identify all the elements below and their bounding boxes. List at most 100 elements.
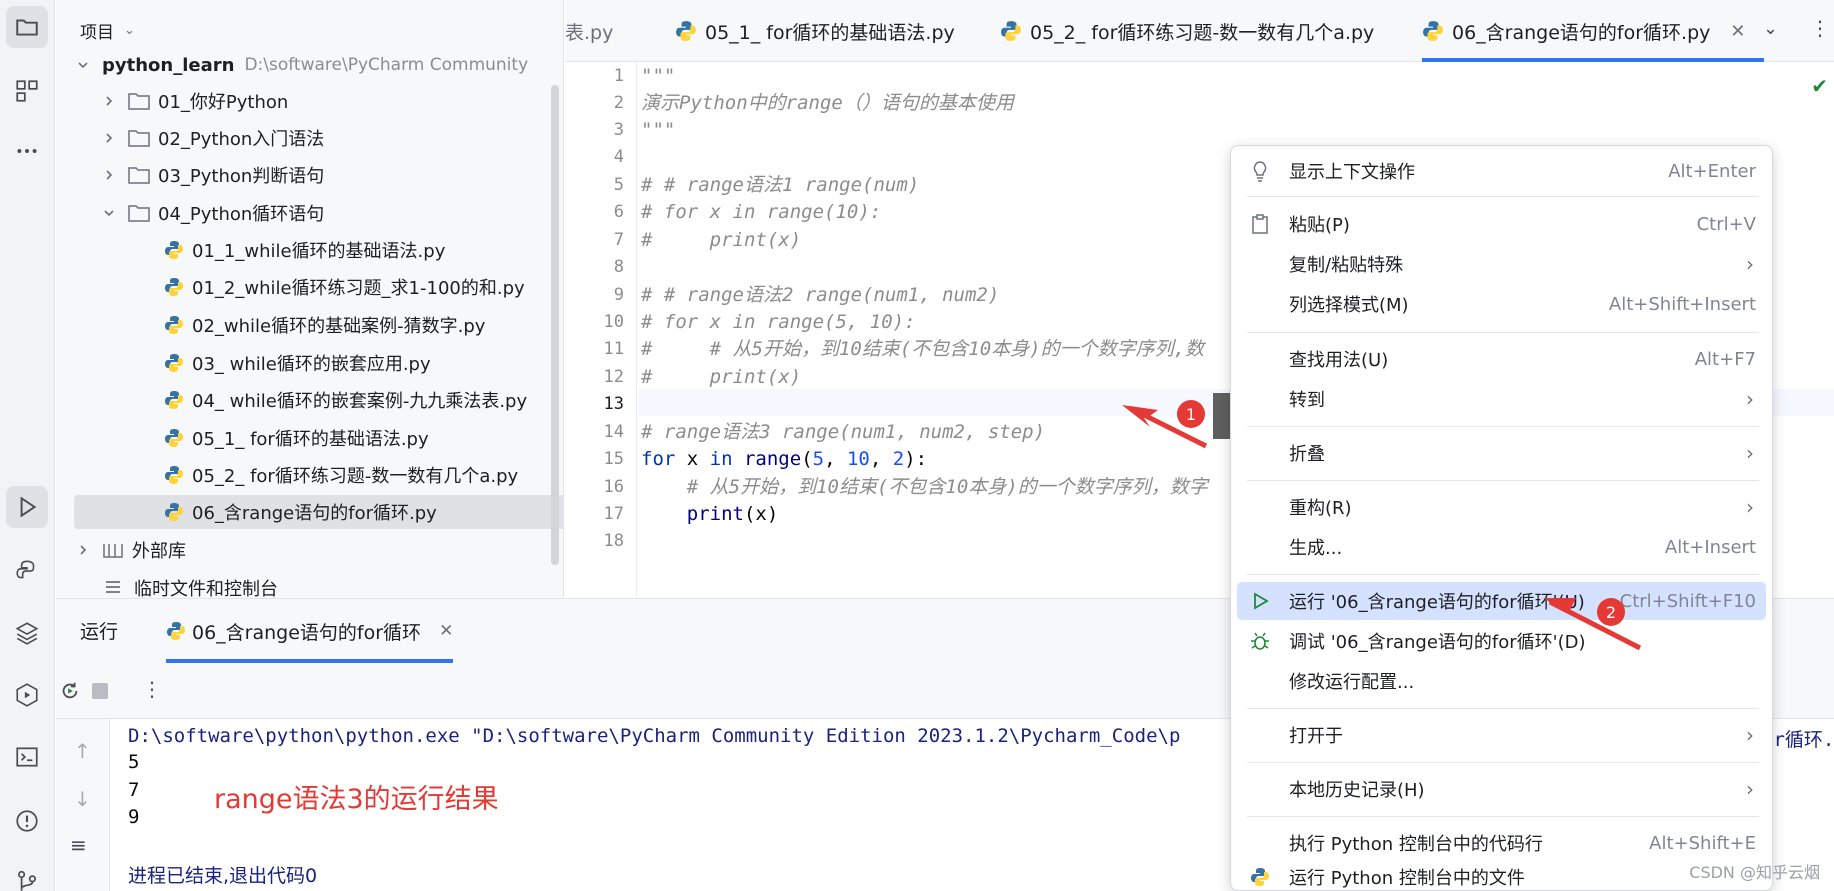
chevron-down-icon[interactable]: ⌄ xyxy=(1763,18,1778,39)
tab-partial[interactable]: 表.py xyxy=(565,0,613,62)
code-line: # for x in range(5, 10): xyxy=(641,311,916,333)
tree-file[interactable]: 01_1_while循环的基础语法.py xyxy=(56,233,546,267)
menu-item-goto[interactable]: 转到 › xyxy=(1237,380,1766,418)
folder-icon xyxy=(128,130,150,147)
keyword-token: for xyxy=(641,448,676,470)
console-output: 7 xyxy=(128,779,140,801)
python-file-icon xyxy=(1423,21,1443,41)
run-config-tab[interactable]: 06_含range语句的for循环 ✕ xyxy=(166,599,454,663)
tree-folder[interactable]: 04_Python循环语句 xyxy=(56,196,546,230)
menu-item-modify-run-config[interactable]: 修改运行配置... xyxy=(1237,662,1766,700)
tree-root[interactable]: python_learn D:\software\PyCharm Communi… xyxy=(56,48,546,82)
tree-external-libs[interactable]: 外部库 xyxy=(56,533,546,567)
line-number: 10 xyxy=(603,312,624,332)
tree-folder[interactable]: 02_Python入门语法 xyxy=(56,121,546,155)
tree-file[interactable]: 01_2_while循环练习题_求1-100的和.py xyxy=(56,270,546,304)
arrow-up-icon[interactable]: ↑ xyxy=(74,739,91,763)
menu-separator xyxy=(1247,196,1759,197)
tree-file-selected[interactable]: 06_含range语句的for循环.py xyxy=(74,495,563,529)
code-line: # 从5开始，到10结束(不包含10本身)的一个数字序列，数字 xyxy=(641,476,1208,498)
check-icon: ✔ xyxy=(1811,74,1828,98)
line-number: 4 xyxy=(613,147,624,167)
menu-item-column-selection[interactable]: 列选择模式(M) Alt+Shift+Insert xyxy=(1237,285,1766,323)
menu-item-exec-console-line[interactable]: 执行 Python 控制台中的代码行 Alt+Shift+E xyxy=(1237,824,1766,862)
close-icon[interactable]: ✕ xyxy=(1730,21,1745,42)
keyword-token: in xyxy=(709,448,733,470)
menu-item-generate[interactable]: 生成... Alt+Insert xyxy=(1237,528,1766,566)
chevron-down-icon xyxy=(102,206,116,220)
python-file-icon xyxy=(165,354,183,372)
menu-item-paste-special[interactable]: 复制/粘贴特殊 › xyxy=(1237,245,1766,283)
python-console-button[interactable] xyxy=(6,550,48,592)
menu-separator xyxy=(1247,816,1759,817)
tree-folder[interactable]: 03_Python判断语句 xyxy=(56,158,546,192)
python-file-icon xyxy=(165,466,183,484)
menu-item-run[interactable]: 运行 '06_含range语句的for循环'(U) Ctrl+Shift+F10 xyxy=(1237,582,1766,620)
tree-file[interactable]: 05_2_ for循环练习题-数一数有几个a.py xyxy=(56,458,546,492)
folder-label: 04_Python循环语句 xyxy=(158,204,325,225)
tree-file[interactable]: 04_ while循环的嵌套案例-九九乘法表.py xyxy=(56,383,546,417)
project-header[interactable]: 项目 ⌄ xyxy=(80,18,135,43)
menu-item-debug[interactable]: 调试 '06_含range语句的for循环'(D) xyxy=(1237,622,1766,660)
chevron-right-icon: › xyxy=(1746,495,1754,519)
menu-item-label: 执行 Python 控制台中的代码行 xyxy=(1289,834,1543,855)
menu-item-show-context-actions[interactable]: 显示上下文操作 Alt+Enter xyxy=(1237,152,1766,190)
tree-file[interactable]: 05_1_ for循环的基础语法.py xyxy=(56,421,546,455)
tab-05-2[interactable]: 05_2_ for循环练习题-数一数有几个a.py xyxy=(1000,0,1374,62)
layers-icon xyxy=(15,622,39,645)
project-tool-button[interactable] xyxy=(6,6,48,48)
code-line: # # range语法1 range(num) xyxy=(641,174,920,196)
menu-item-label: 粘贴(P) xyxy=(1289,215,1350,236)
tree-file[interactable]: 03_ while循环的嵌套应用.py xyxy=(56,346,546,380)
code-line: for x in range(5, 10, 2): xyxy=(641,446,927,473)
menu-item-run-console-file[interactable]: 运行 Python 控制台中的文件 xyxy=(1237,858,1766,890)
tree-file[interactable]: 02_while循环的基础案例-猜数字.py xyxy=(56,308,546,342)
code-line: # for x in range(10): xyxy=(641,201,882,223)
soft-wrap-icon[interactable]: ≡ xyxy=(70,833,87,857)
structure-icon xyxy=(16,80,38,102)
python-icon xyxy=(16,560,35,579)
run-tool-button[interactable] xyxy=(6,486,48,528)
line-number: 9 xyxy=(613,285,624,305)
python-file-icon xyxy=(165,391,183,409)
menu-item-paste[interactable]: 粘贴(P) Ctrl+V xyxy=(1237,205,1766,243)
menu-item-shortcut: Ctrl+V xyxy=(1696,213,1756,235)
services-button[interactable] xyxy=(6,674,48,716)
chevron-right-icon: › xyxy=(1746,723,1754,747)
arrow-down-icon[interactable]: ↓ xyxy=(74,787,91,811)
menu-item-label: 修改运行配置... xyxy=(1289,672,1415,693)
packages-button[interactable] xyxy=(6,612,48,654)
tab-label: 表.py xyxy=(565,21,614,44)
more-tools-button[interactable] xyxy=(6,130,48,172)
tree-folder[interactable]: 01_你好Python xyxy=(56,84,546,118)
vcs-button[interactable] xyxy=(6,860,48,891)
project-scrollbar[interactable] xyxy=(551,85,559,565)
menu-item-label: 生成... xyxy=(1289,538,1343,559)
tab-06-active[interactable]: 06_含range语句的for循环.py ✕ xyxy=(1422,0,1764,62)
menu-item-open-in[interactable]: 打开于 › xyxy=(1237,716,1766,754)
tree-scratches[interactable]: 临时文件和控制台 xyxy=(56,571,546,598)
step-badge-1: 1 xyxy=(1177,400,1205,428)
chevron-right-icon xyxy=(102,168,116,182)
editor-tab-bar: 表.py 05_1_ for循环的基础语法.py 05_2_ for循环练习题-… xyxy=(565,0,1834,62)
rerun-icon[interactable] xyxy=(56,677,84,705)
clipboard-icon xyxy=(1247,213,1273,235)
menu-item-refactor[interactable]: 重构(R) › xyxy=(1237,488,1766,526)
more-icon[interactable]: ⋮ xyxy=(142,677,162,701)
code-token: (x) xyxy=(743,503,779,525)
menu-item-folding[interactable]: 折叠 › xyxy=(1237,434,1766,472)
terminal-button[interactable] xyxy=(6,736,48,778)
file-label: 03_ while循环的嵌套应用.py xyxy=(192,354,431,375)
menu-item-local-history[interactable]: 本地历史记录(H) › xyxy=(1237,770,1766,808)
menu-item-find-usages[interactable]: 查找用法(U) Alt+F7 xyxy=(1237,340,1766,378)
library-icon xyxy=(103,544,123,558)
problems-button[interactable] xyxy=(6,800,48,842)
stop-icon[interactable] xyxy=(92,683,108,699)
python-file-icon xyxy=(165,316,183,334)
structure-tool-button[interactable] xyxy=(6,70,48,112)
line-number: 13 xyxy=(603,394,624,414)
tab-05-1[interactable]: 05_1_ for循环的基础语法.py xyxy=(675,0,955,62)
chevron-right-icon: › xyxy=(1746,441,1754,465)
close-icon[interactable]: ✕ xyxy=(439,621,453,641)
more-icon[interactable]: ⋮ xyxy=(1810,16,1830,40)
